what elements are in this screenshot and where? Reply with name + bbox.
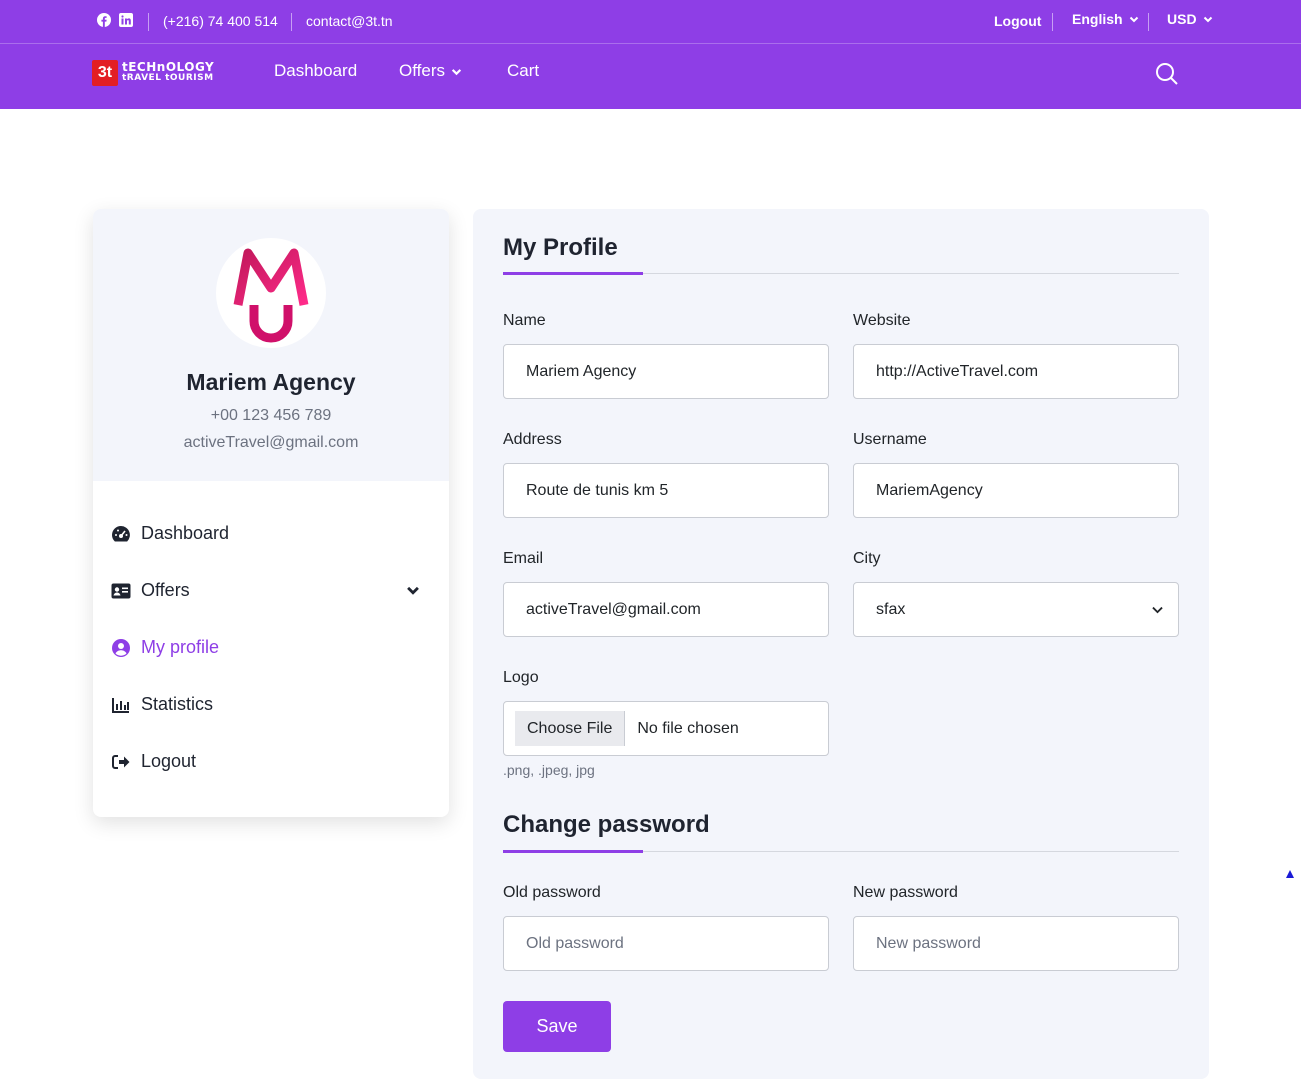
divider [1052, 13, 1053, 31]
agency-name: Mariem Agency [186, 369, 356, 395]
sidebar-item-statistics[interactable]: Statistics [111, 694, 213, 715]
chevron-down-icon [1203, 16, 1212, 23]
bar-chart-icon [111, 695, 131, 715]
choose-file-button[interactable]: Choose File [515, 711, 626, 746]
new-password-field[interactable]: New password [853, 916, 1179, 971]
id-card-icon [111, 581, 131, 601]
sidebar-item-my-profile[interactable]: My profile [111, 637, 219, 658]
profile-sidebar: Mariem Agency +00 123 456 789 activeTrav… [93, 209, 449, 817]
page-title: My Profile [503, 234, 618, 261]
new-password-label: New password [853, 884, 958, 901]
username-field[interactable]: MariemAgency [853, 463, 1179, 518]
agency-email: activeTravel@gmail.com [183, 434, 359, 451]
email-value: activeTravel@gmail.com [526, 600, 701, 618]
main-nav: 3t tECHnOLOGY tRAVEL tOURISM Dashboard O… [0, 44, 1301, 109]
username-label: Username [853, 431, 927, 448]
divider [148, 13, 149, 31]
file-status: No file chosen [637, 719, 739, 737]
divider [291, 13, 292, 31]
address-value: Route de tunis km 5 [526, 481, 669, 499]
nav-offers-label: Offers [399, 61, 445, 80]
old-password-label: Old password [503, 884, 601, 901]
sidebar-item-label: Dashboard [141, 523, 230, 543]
sidebar-item-label: My profile [141, 637, 220, 657]
chevron-down-icon [451, 68, 462, 75]
address-label: Address [503, 431, 562, 448]
section-title: Change password [503, 811, 710, 838]
nav-dashboard[interactable]: Dashboard [274, 61, 357, 81]
top-logout-link[interactable]: Logout [994, 13, 1041, 29]
contact-phone[interactable]: (+216) 74 400 514 [163, 13, 278, 29]
username-value: MariemAgency [876, 481, 983, 499]
name-field[interactable]: Mariem Agency [503, 344, 829, 399]
nav-cart[interactable]: Cart [507, 61, 539, 81]
chevron-down-icon [1129, 16, 1138, 23]
facebook-icon[interactable] [97, 13, 111, 27]
address-field[interactable]: Route de tunis km 5 [503, 463, 829, 518]
file-hint: .png, .jpeg, jpg [503, 762, 595, 778]
scroll-top-icon[interactable] [1285, 869, 1295, 879]
sidebar-item-dashboard[interactable]: Dashboard [111, 523, 229, 544]
new-password-placeholder: New password [876, 934, 981, 952]
nav-offers[interactable]: Offers [399, 61, 462, 81]
old-password-placeholder: Old password [526, 934, 624, 952]
logo-text-top: tECHnOLOGY [122, 60, 215, 74]
section-divider [503, 850, 1179, 853]
logo-label: Logo [503, 669, 539, 686]
divider [1148, 13, 1149, 31]
sidebar-item-logout[interactable]: Logout [111, 751, 196, 772]
sidebar-item-label: Offers [141, 580, 190, 600]
logo-mark: 3t [92, 60, 118, 86]
logo-file-input[interactable]: Choose File No file chosen [503, 701, 829, 756]
website-field[interactable]: http://ActiveTravel.com [853, 344, 1179, 399]
email-field[interactable]: activeTravel@gmail.com [503, 582, 829, 637]
sidebar-item-label: Statistics [141, 694, 214, 714]
logo-text-bottom: tRAVEL tOURISM [122, 73, 214, 83]
agency-phone: +00 123 456 789 [210, 407, 332, 424]
currency-label: USD [1167, 11, 1197, 27]
chevron-down-icon [1152, 606, 1163, 614]
sidebar-item-label: Logout [141, 751, 197, 771]
email-label: Email [503, 550, 544, 567]
city-label: City [853, 550, 881, 567]
linkedin-icon[interactable] [119, 13, 133, 27]
sidebar-item-offers[interactable]: Offers [111, 580, 190, 601]
old-password-field[interactable]: Old password [503, 916, 829, 971]
currency-select[interactable]: USD [1167, 11, 1213, 27]
city-value: sfax [876, 600, 906, 618]
social-links [97, 13, 133, 27]
website-label: Website [853, 312, 911, 329]
name-label: Name [503, 312, 546, 329]
website-value: http://ActiveTravel.com [876, 362, 1039, 380]
title-divider [503, 272, 1179, 275]
name-value: Mariem Agency [526, 362, 637, 380]
brand-logo[interactable]: 3t tECHnOLOGY tRAVEL tOURISM [92, 60, 214, 86]
gauge-icon [111, 524, 131, 544]
profile-form-card: My Profile Name Mariem Agency Website ht… [473, 209, 1209, 1079]
logout-icon [111, 752, 131, 772]
chevron-down-icon[interactable] [406, 583, 420, 597]
save-button[interactable]: Save [503, 1001, 611, 1052]
avatar [216, 238, 326, 348]
city-select[interactable]: sfax [853, 582, 1179, 637]
search-icon[interactable] [1155, 62, 1179, 86]
top-bar: (+216) 74 400 514 contact@3t.tn Logout E… [0, 0, 1301, 44]
language-select[interactable]: English [1072, 11, 1139, 27]
user-circle-icon [111, 638, 131, 658]
language-label: English [1072, 11, 1123, 27]
contact-email[interactable]: contact@3t.tn [306, 13, 393, 29]
